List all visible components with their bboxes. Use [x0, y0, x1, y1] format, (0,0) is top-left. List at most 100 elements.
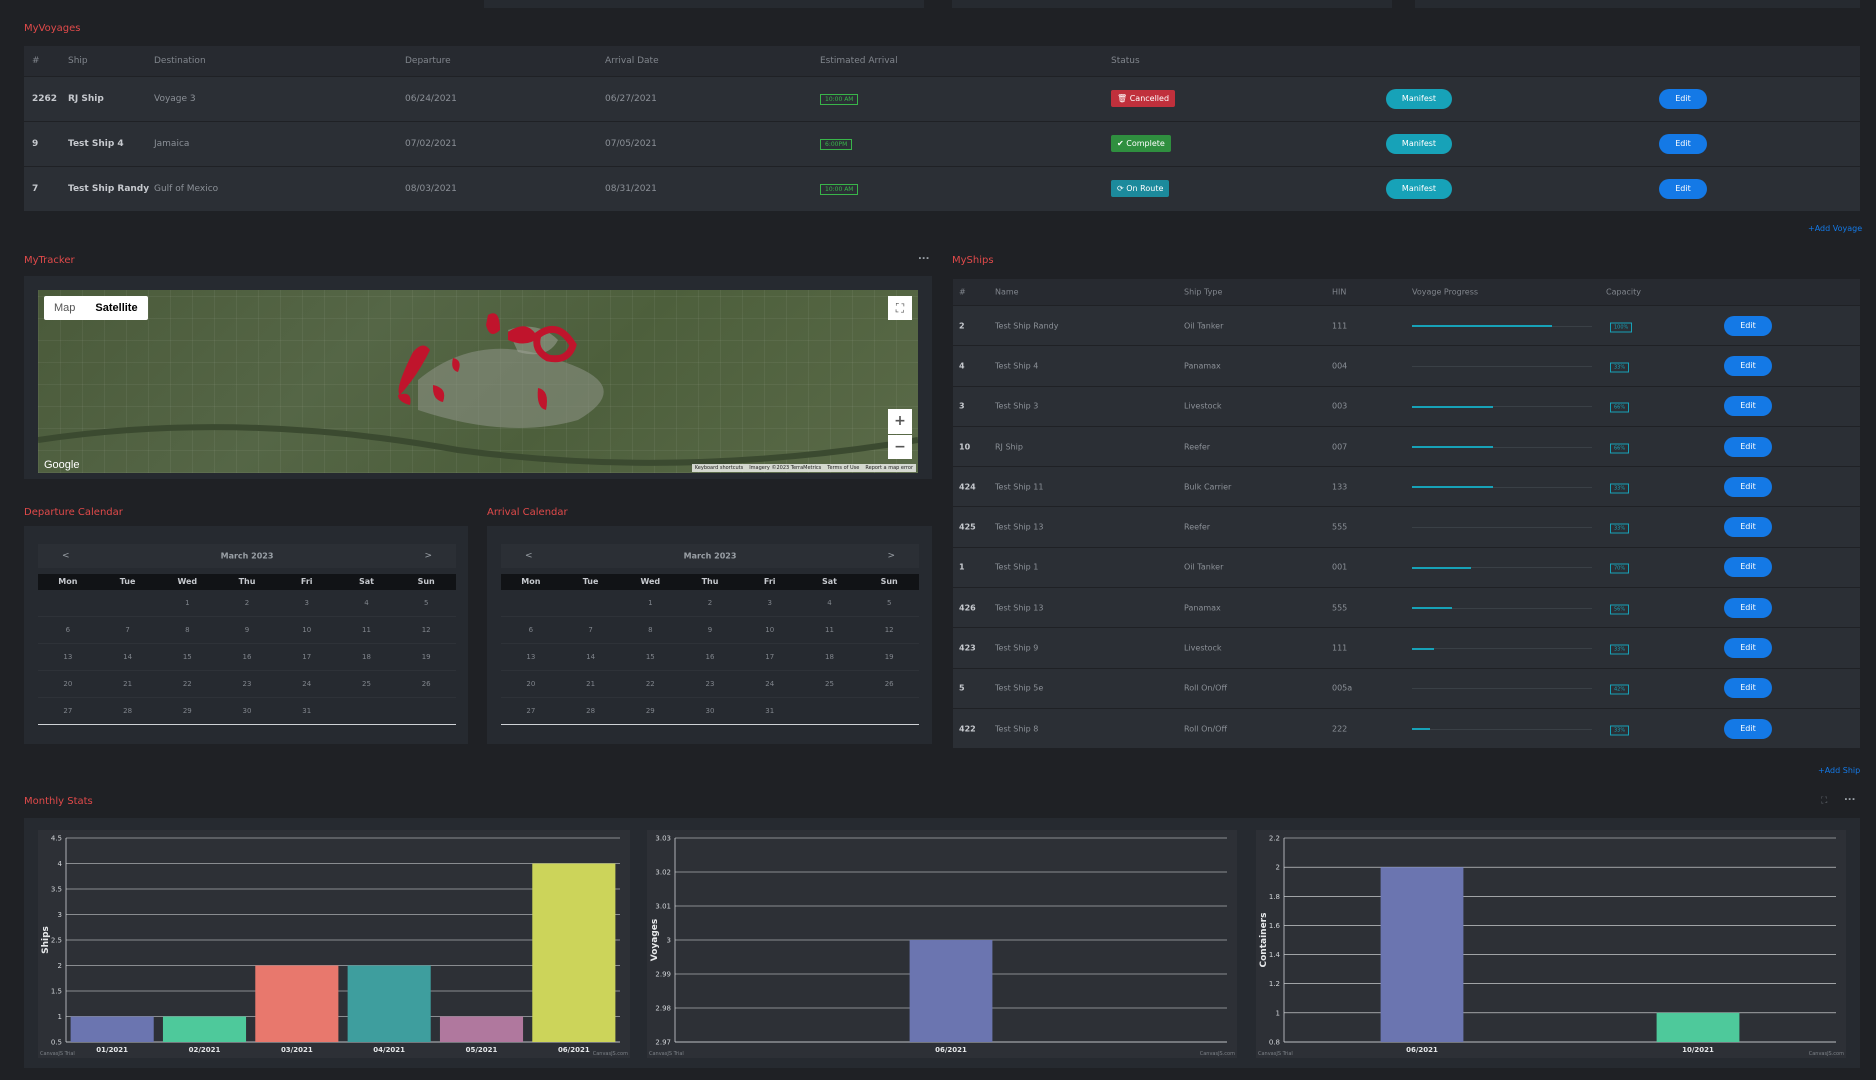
tracker-menu-button[interactable]: ...	[918, 251, 929, 262]
calendar-day[interactable]: 8	[620, 617, 680, 643]
map-type-map-button[interactable]: Map	[44, 296, 85, 320]
calendar-day[interactable]: 7	[561, 617, 621, 643]
bar[interactable]	[162, 1016, 247, 1043]
calendar-day[interactable]: 1	[620, 590, 680, 616]
calendar-day[interactable]: 24	[277, 671, 337, 697]
calendar-day[interactable]: 9	[217, 617, 277, 643]
edit-voyage-button[interactable]: Edit	[1659, 134, 1707, 154]
calendar-day[interactable]: 4	[800, 590, 860, 616]
calendar-day[interactable]: 15	[620, 644, 680, 670]
calendar-day[interactable]: 13	[501, 644, 561, 670]
calendar-day[interactable]: 24	[740, 671, 800, 697]
calendar-day[interactable]: 5	[859, 590, 919, 616]
calendar-day[interactable]: 29	[157, 698, 217, 724]
calendar-day[interactable]: 26	[859, 671, 919, 697]
calendar-day[interactable]: 12	[396, 617, 456, 643]
edit-voyage-button[interactable]: Edit	[1659, 89, 1707, 109]
calendar-day[interactable]: 11	[337, 617, 397, 643]
calendar-day[interactable]: 4	[337, 590, 397, 616]
prev-month-button[interactable]: <	[525, 551, 533, 561]
calendar-day[interactable]: 9	[680, 617, 740, 643]
calendar-day[interactable]: 14	[98, 644, 158, 670]
calendar-day[interactable]: 23	[680, 671, 740, 697]
calendar-day[interactable]: 7	[98, 617, 158, 643]
prev-month-button[interactable]: <	[62, 551, 70, 561]
calendar-day[interactable]: 30	[680, 698, 740, 724]
add-ship-link[interactable]: +Add Ship	[1818, 766, 1860, 775]
map-footer-link[interactable]: Report a map error	[865, 465, 913, 471]
map-footer-link[interactable]: Keyboard shortcuts	[695, 465, 743, 471]
calendar-day[interactable]: 28	[561, 698, 621, 724]
calendar-day[interactable]: 26	[396, 671, 456, 697]
calendar-day[interactable]: 18	[800, 644, 860, 670]
bar[interactable]	[1656, 1012, 1740, 1042]
manifest-button[interactable]: Manifest	[1386, 89, 1452, 109]
calendar-day[interactable]: 15	[157, 644, 217, 670]
calendar-day[interactable]: 2	[680, 590, 740, 616]
manifest-button[interactable]: Manifest	[1386, 179, 1452, 199]
calendar-day[interactable]: 21	[561, 671, 621, 697]
calendar-day[interactable]: 12	[859, 617, 919, 643]
edit-ship-button[interactable]: Edit	[1724, 517, 1772, 538]
calendar-day[interactable]: 28	[98, 698, 158, 724]
next-month-button[interactable]: >	[424, 551, 432, 561]
edit-ship-button[interactable]: Edit	[1724, 718, 1772, 739]
edit-ship-button[interactable]: Edit	[1724, 557, 1772, 578]
calendar-day[interactable]: 6	[501, 617, 561, 643]
expand-icon[interactable]: ⛶	[1821, 796, 1827, 806]
chart-credit[interactable]: CanvasJS.com	[1200, 1051, 1235, 1057]
bar[interactable]	[532, 863, 616, 1043]
calendar-day[interactable]: 13	[38, 644, 98, 670]
bar[interactable]	[439, 1016, 524, 1043]
next-month-button[interactable]: >	[887, 551, 895, 561]
chart-credit[interactable]: CanvasJS.com	[593, 1051, 628, 1057]
edit-voyage-button[interactable]: Edit	[1659, 179, 1707, 199]
calendar-day[interactable]: 20	[501, 671, 561, 697]
bar[interactable]	[70, 1016, 154, 1043]
chart-credit[interactable]: CanvasJS.com	[1809, 1051, 1844, 1057]
fullscreen-icon[interactable]: ⛶	[888, 296, 912, 320]
zoom-in-icon[interactable]: +	[888, 409, 912, 434]
calendar-day[interactable]: 31	[740, 698, 800, 724]
calendar-day[interactable]: 23	[217, 671, 277, 697]
edit-ship-button[interactable]: Edit	[1724, 476, 1772, 497]
calendar-day[interactable]: 14	[561, 644, 621, 670]
edit-ship-button[interactable]: Edit	[1724, 678, 1772, 699]
add-voyage-link[interactable]: +Add Voyage	[1808, 224, 1862, 233]
calendar-day[interactable]: 6	[38, 617, 98, 643]
calendar-day[interactable]: 16	[680, 644, 740, 670]
calendar-day[interactable]: 25	[337, 671, 397, 697]
calendar-day[interactable]: 25	[800, 671, 860, 697]
bar[interactable]	[1380, 867, 1464, 1042]
edit-ship-button[interactable]: Edit	[1724, 355, 1772, 376]
calendar-day[interactable]: 29	[620, 698, 680, 724]
calendar-day[interactable]: 16	[217, 644, 277, 670]
edit-ship-button[interactable]: Edit	[1724, 396, 1772, 417]
map-type-satellite-button[interactable]: Satellite	[85, 296, 147, 320]
calendar-day[interactable]: 17	[740, 644, 800, 670]
satellite-map[interactable]: Map Satellite ⛶ + − Google Keyboard shor…	[38, 290, 918, 473]
calendar-day[interactable]: 19	[396, 644, 456, 670]
calendar-day[interactable]: 17	[277, 644, 337, 670]
bar[interactable]	[909, 940, 993, 1042]
edit-ship-button[interactable]: Edit	[1724, 436, 1772, 457]
calendar-day[interactable]: 3	[277, 590, 337, 616]
zoom-out-icon[interactable]: −	[888, 435, 912, 459]
calendar-day[interactable]: 5	[396, 590, 456, 616]
edit-ship-button[interactable]: Edit	[1724, 315, 1772, 336]
calendar-day[interactable]: 27	[501, 698, 561, 724]
calendar-day[interactable]: 20	[38, 671, 98, 697]
calendar-day[interactable]: 3	[740, 590, 800, 616]
calendar-day[interactable]: 19	[859, 644, 919, 670]
calendar-day[interactable]: 27	[38, 698, 98, 724]
edit-ship-button[interactable]: Edit	[1724, 638, 1772, 659]
edit-ship-button[interactable]: Edit	[1724, 597, 1772, 618]
bar[interactable]	[347, 965, 431, 1043]
calendar-day[interactable]: 11	[800, 617, 860, 643]
manifest-button[interactable]: Manifest	[1386, 134, 1452, 154]
calendar-day[interactable]: 10	[277, 617, 337, 643]
calendar-day[interactable]: 31	[277, 698, 337, 724]
calendar-day[interactable]: 18	[337, 644, 397, 670]
calendar-day[interactable]: 8	[157, 617, 217, 643]
calendar-day[interactable]: 1	[157, 590, 217, 616]
